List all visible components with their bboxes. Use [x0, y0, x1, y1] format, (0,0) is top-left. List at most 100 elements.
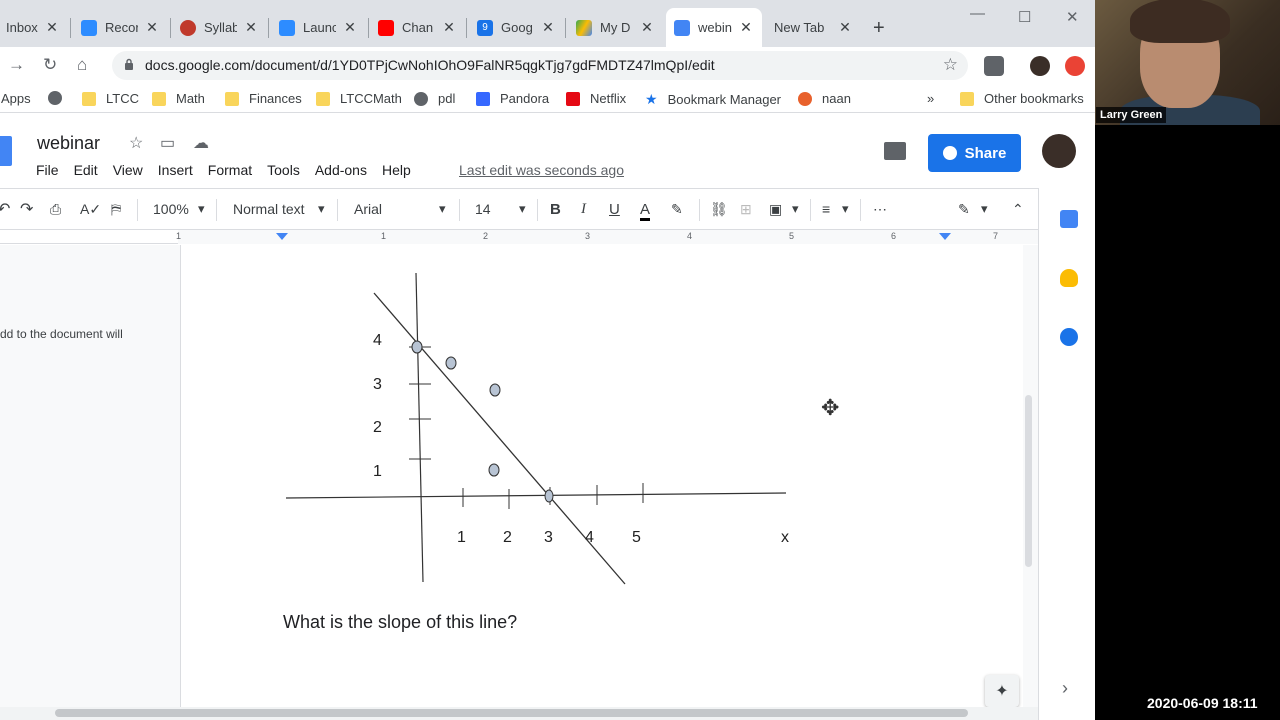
- video-feed: Larry Green: [1095, 0, 1280, 125]
- profile-avatar-icon[interactable]: [1030, 56, 1050, 76]
- tab-inbox[interactable]: Inbox ✕: [0, 8, 68, 47]
- menu-view[interactable]: View: [113, 162, 143, 178]
- bookmark-finances[interactable]: Finances: [225, 91, 302, 106]
- tab-label: New Tab: [774, 20, 825, 35]
- ruler-number: 6: [891, 231, 897, 241]
- tab-new-tab[interactable]: New Tab ✕: [766, 8, 861, 47]
- bookmark-netflix[interactable]: Netflix: [566, 91, 626, 106]
- close-icon[interactable]: ✕: [639, 19, 655, 36]
- bookmark-other-bookmarks[interactable]: Other bookmarks: [960, 91, 1084, 106]
- new-tab-button[interactable]: +: [873, 17, 885, 40]
- keep-icon[interactable]: [1060, 269, 1078, 287]
- right-indent-marker[interactable]: [939, 233, 951, 240]
- undo-icon[interactable]: ↶: [0, 199, 10, 219]
- close-icon[interactable]: ✕: [738, 19, 754, 36]
- menu-insert[interactable]: Insert: [158, 162, 193, 178]
- account-avatar[interactable]: [1042, 134, 1076, 168]
- move-to-folder-icon[interactable]: ▭: [160, 133, 175, 153]
- comment-history-icon[interactable]: [884, 142, 906, 160]
- ruler-number: 4: [687, 231, 693, 241]
- calendar-icon[interactable]: [1060, 210, 1078, 228]
- address-bar[interactable]: docs.google.com/document/d/1YD0TPjCwNohI…: [112, 51, 968, 80]
- bookmark-math[interactable]: Math: [152, 91, 205, 106]
- vertical-scrollbar[interactable]: [1025, 395, 1032, 567]
- maximize-icon[interactable]: ☐: [1018, 8, 1031, 26]
- close-icon[interactable]: ✕: [441, 19, 457, 36]
- menu-edit[interactable]: Edit: [74, 162, 98, 178]
- home-icon[interactable]: ⌂: [77, 55, 87, 75]
- bookmark-pandora[interactable]: Pandora: [476, 91, 549, 106]
- docs-logo-icon[interactable]: [0, 136, 12, 166]
- bookmark-naan[interactable]: naan: [798, 91, 851, 106]
- bookmark-star-icon[interactable]: ☆: [943, 55, 958, 75]
- horizontal-scrollbar[interactable]: [0, 707, 1038, 720]
- last-edit-link[interactable]: Last edit was seconds ago: [459, 162, 624, 178]
- redo-icon[interactable]: ↷: [20, 199, 33, 219]
- bookmarks-overflow-button[interactable]: »: [927, 91, 934, 106]
- bookmark-ltcc[interactable]: LTCC: [82, 91, 139, 106]
- star-outline-icon[interactable]: ☆: [129, 133, 143, 153]
- link-icon[interactable]: ⛓: [710, 201, 728, 218]
- close-icon[interactable]: ✕: [44, 19, 60, 36]
- bookmark-manager[interactable]: ★ Bookmark Manager: [645, 91, 781, 108]
- explore-button[interactable]: ✦: [985, 675, 1019, 707]
- zoom-select[interactable]: 100%: [153, 201, 189, 217]
- menu-addons[interactable]: Add-ons: [315, 162, 367, 178]
- chevron-right-icon[interactable]: ›: [1062, 678, 1068, 699]
- cloud-saved-icon[interactable]: ☁: [193, 133, 209, 153]
- close-icon[interactable]: ✕: [144, 19, 160, 36]
- align-icon[interactable]: ≡: [822, 201, 830, 217]
- minimize-icon[interactable]: —: [970, 5, 985, 22]
- window-close-icon[interactable]: ✕: [1066, 8, 1079, 26]
- paint-format-icon[interactable]: ⛿: [111, 201, 121, 218]
- update-icon[interactable]: [1065, 56, 1085, 76]
- bookmark-globe[interactable]: [48, 91, 72, 105]
- close-icon[interactable]: ✕: [837, 19, 853, 36]
- tab-my-drive[interactable]: My D ✕: [568, 8, 663, 47]
- editing-mode-icon[interactable]: ✎: [958, 201, 970, 218]
- print-icon[interactable]: ⎙: [50, 201, 61, 218]
- close-icon[interactable]: ✕: [342, 19, 358, 36]
- font-select[interactable]: Arial: [354, 201, 382, 217]
- menu-help[interactable]: Help: [382, 162, 411, 178]
- tab-channel[interactable]: Chan ✕: [370, 8, 465, 47]
- tab-google-calendar[interactable]: 9 Goog ✕: [469, 8, 564, 47]
- menu-format[interactable]: Format: [208, 162, 252, 178]
- shield-extension-icon[interactable]: [984, 56, 1004, 76]
- spellcheck-icon[interactable]: A✓: [80, 201, 101, 218]
- bookmark-ltccmath[interactable]: LTCCMath: [316, 91, 402, 106]
- close-icon[interactable]: ✕: [243, 19, 259, 36]
- highlight-icon[interactable]: ✎: [671, 201, 683, 218]
- more-options-icon[interactable]: ⋯: [873, 201, 887, 218]
- tab-strip: Inbox ✕ Recor ✕ Syllab ✕ Launc ✕ Chan ✕ …: [0, 0, 1095, 47]
- document-title[interactable]: webinar: [37, 133, 100, 154]
- share-button[interactable]: Share: [928, 134, 1021, 172]
- hide-menus-chevron-icon[interactable]: ⌃: [1012, 201, 1024, 218]
- bookmark-apps[interactable]: Apps: [1, 91, 31, 106]
- underline-icon[interactable]: U: [609, 201, 620, 218]
- document-page[interactable]: 4 3 2 1 1 2 3 4 5 x What is the slope of…: [180, 245, 1023, 707]
- image-icon[interactable]: ▣: [769, 201, 782, 218]
- left-indent-marker[interactable]: [276, 233, 288, 240]
- tab-launch[interactable]: Launc ✕: [271, 8, 366, 47]
- tab-recordings[interactable]: Recor ✕: [73, 8, 168, 47]
- close-icon[interactable]: ✕: [540, 19, 556, 36]
- font-size-select[interactable]: 14: [475, 201, 491, 217]
- tasks-icon[interactable]: [1060, 328, 1078, 346]
- comment-add-icon[interactable]: ⊞: [740, 201, 752, 218]
- slope-graph-image[interactable]: 4 3 2 1 1 2 3 4 5 x: [281, 255, 801, 595]
- tab-syllabus[interactable]: Syllab ✕: [172, 8, 267, 47]
- reload-icon[interactable]: ↻: [43, 55, 57, 75]
- menu-tools[interactable]: Tools: [267, 162, 300, 178]
- video-hair: [1130, 0, 1230, 43]
- menu-file[interactable]: File: [36, 162, 59, 178]
- bookmark-pdl[interactable]: pdl: [414, 91, 455, 106]
- scrollbar-thumb[interactable]: [55, 709, 968, 717]
- tab-webinar[interactable]: webin ✕: [666, 8, 762, 47]
- forward-icon[interactable]: →: [8, 55, 25, 75]
- italic-icon[interactable]: I: [581, 201, 586, 218]
- toolbar-separator: [337, 199, 338, 221]
- bold-icon[interactable]: B: [550, 201, 561, 218]
- style-select[interactable]: Normal text: [233, 201, 305, 217]
- text-color-icon[interactable]: A: [640, 201, 651, 221]
